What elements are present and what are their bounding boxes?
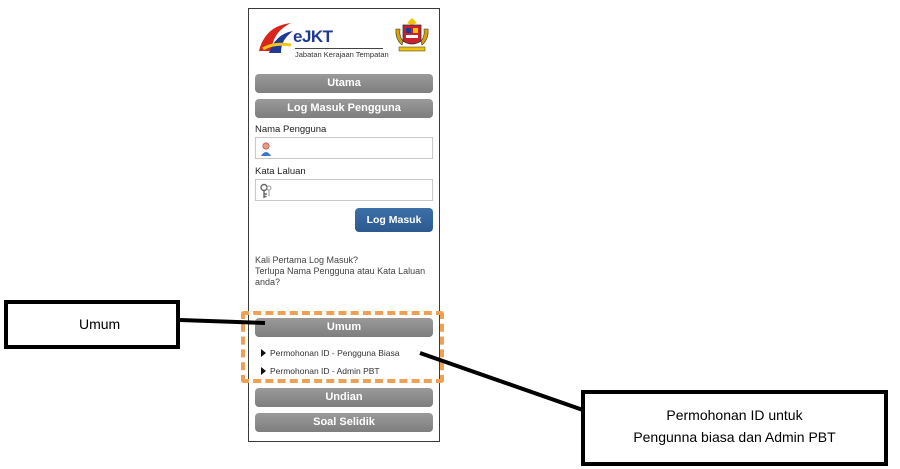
key-icon <box>259 183 273 204</box>
login-button[interactable]: Log Masuk <box>355 208 433 232</box>
brand-header: eJKT Jabatan Kerajaan Tempatan <box>257 15 432 71</box>
password-label: Kata Laluan <box>255 166 306 177</box>
help-links: Kali Pertama Log Masuk? Terlupa Nama Pen… <box>255 255 435 288</box>
username-input[interactable] <box>276 139 432 159</box>
password-field[interactable] <box>255 179 433 201</box>
brand-subtitle: Jabatan Kerajaan Tempatan <box>295 50 389 59</box>
umum-callout-text: Umum <box>79 316 121 332</box>
permohonan-callout-line1: Permohonan ID untuk <box>666 407 803 423</box>
nav-home-button[interactable]: Utama <box>255 74 433 93</box>
ejkt-logo-icon <box>257 21 295 60</box>
general-section-highlight <box>241 311 444 383</box>
first-time-login-link[interactable]: Kali Pertama Log Masuk? <box>255 255 435 266</box>
malaysia-crest-icon <box>393 15 431 60</box>
password-input[interactable] <box>276 181 432 201</box>
forgot-credentials-link[interactable]: Terlupa Nama Pengguna atau Kata Laluan a… <box>255 266 435 288</box>
brand-name: eJKT <box>293 27 333 46</box>
username-field[interactable] <box>255 137 433 159</box>
login-section-header[interactable]: Log Masuk Pengguna <box>255 99 433 118</box>
permohonan-callout-line2: Pengunna biasa dan Admin PBT <box>633 429 836 445</box>
survey-button[interactable]: Soal Selidik <box>255 413 433 432</box>
permohonan-callout-box: Permohonan ID untuk Pengunna biasa dan A… <box>581 390 888 466</box>
umum-callout-box: Umum <box>4 300 180 349</box>
undian-button[interactable]: Undian <box>255 388 433 407</box>
username-label: Nama Pengguna <box>255 124 327 135</box>
brand-divider <box>295 48 383 49</box>
annotated-screenshot: eJKT Jabatan Kerajaan Tempatan Utama Log… <box>0 0 900 469</box>
user-icon <box>259 141 273 162</box>
